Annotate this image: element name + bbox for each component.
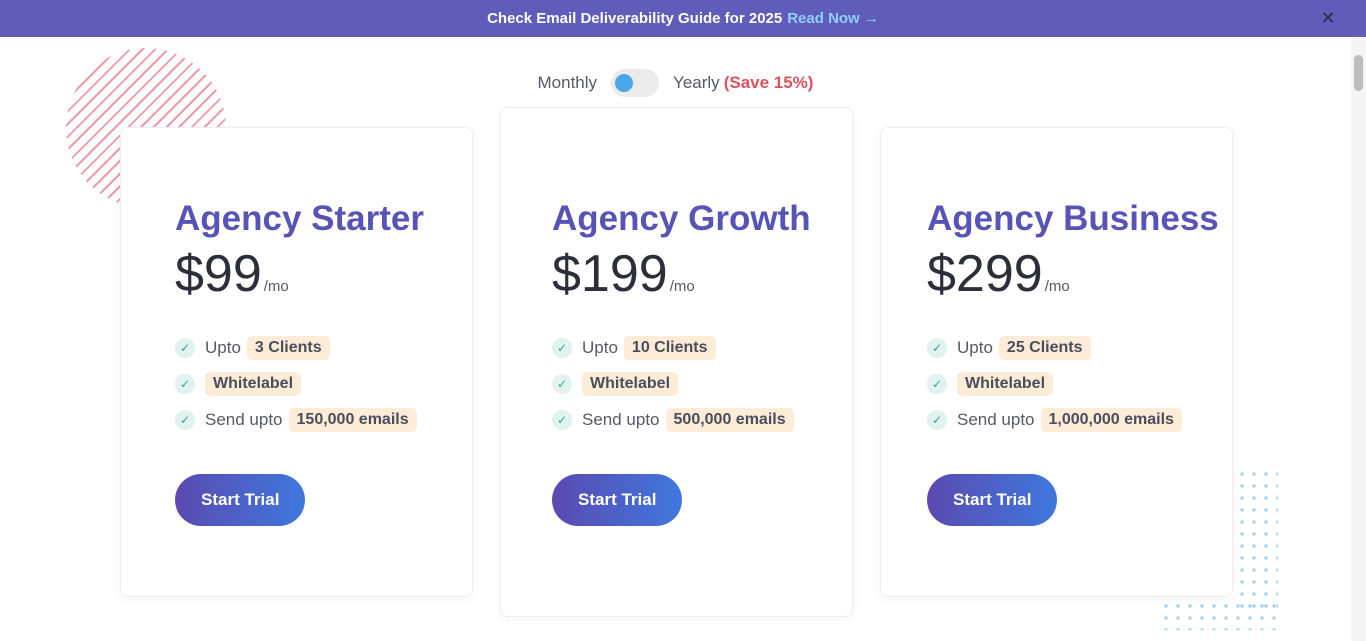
plan-card-growth: Agency Growth $199 /mo ✓ Upto 10 Clients… bbox=[500, 107, 853, 617]
check-icon: ✓ bbox=[927, 410, 947, 430]
yearly-text: Yearly bbox=[673, 73, 720, 92]
price-period: /mo bbox=[263, 278, 289, 295]
feature-highlight: 150,000 emails bbox=[288, 408, 417, 432]
feature-highlight: 3 Clients bbox=[246, 336, 330, 360]
plan-name: Agency Starter bbox=[175, 199, 424, 238]
price-period: /mo bbox=[1044, 278, 1070, 295]
feature-list: ✓ Upto 10 Clients ✓ Whitelabel ✓ Send up… bbox=[552, 330, 811, 438]
price-row: $99 /mo bbox=[175, 246, 424, 302]
feature-item: ✓ Send upto 500,000 emails bbox=[552, 402, 811, 438]
plan-price: $299 bbox=[927, 245, 1043, 303]
start-trial-button[interactable]: Start Trial bbox=[175, 474, 306, 526]
feature-highlight: 10 Clients bbox=[623, 336, 716, 360]
plan-name: Agency Business bbox=[927, 199, 1219, 238]
read-now-link[interactable]: Read Now → bbox=[787, 10, 879, 27]
feature-prefix: Send upto bbox=[582, 410, 660, 429]
feature-highlight: Whitelabel bbox=[582, 372, 679, 396]
feature-highlight: Whitelabel bbox=[957, 372, 1054, 396]
price-row: $299 /mo bbox=[927, 246, 1219, 302]
check-icon: ✓ bbox=[175, 338, 195, 358]
feature-prefix: Send upto bbox=[205, 410, 283, 429]
plan-card-business: Agency Business $299 /mo ✓ Upto 25 Clien… bbox=[880, 127, 1233, 597]
start-trial-button[interactable]: Start Trial bbox=[552, 474, 683, 526]
feature-highlight: Whitelabel bbox=[205, 372, 302, 396]
feature-item: ✓ Send upto 150,000 emails bbox=[175, 402, 424, 438]
scrollbar-track[interactable] bbox=[1351, 37, 1366, 641]
check-icon: ✓ bbox=[175, 374, 195, 394]
feature-list: ✓ Upto 25 Clients ✓ Whitelabel ✓ Send up… bbox=[927, 330, 1219, 438]
scrollbar-thumb[interactable] bbox=[1354, 55, 1363, 91]
feature-highlight: 500,000 emails bbox=[665, 408, 794, 432]
dot-grid-decoration bbox=[1236, 468, 1278, 608]
feature-item: ✓ Whitelabel bbox=[175, 366, 424, 402]
billing-toggle: Monthly Yearly (Save 15%) bbox=[0, 68, 1351, 98]
feature-highlight: 1,000,000 emails bbox=[1040, 408, 1182, 432]
check-icon: ✓ bbox=[552, 374, 572, 394]
feature-highlight: 25 Clients bbox=[998, 336, 1091, 360]
start-trial-button[interactable]: Start Trial bbox=[927, 474, 1058, 526]
feature-item: ✓ Upto 10 Clients bbox=[552, 330, 811, 366]
feature-item: ✓ Upto 25 Clients bbox=[927, 330, 1219, 366]
feature-item: ✓ Send upto 1,000,000 emails bbox=[927, 402, 1219, 438]
check-icon: ✓ bbox=[175, 410, 195, 430]
plan-price: $199 bbox=[552, 245, 668, 303]
plan-price: $99 bbox=[175, 245, 262, 303]
plan-card-starter: Agency Starter $99 /mo ✓ Upto 3 Clients … bbox=[120, 127, 473, 597]
yearly-label[interactable]: Yearly (Save 15%) bbox=[673, 73, 813, 93]
dot-grid-decoration bbox=[1160, 600, 1280, 630]
feature-list: ✓ Upto 3 Clients ✓ Whitelabel ✓ Send upt… bbox=[175, 330, 424, 438]
price-row: $199 /mo bbox=[552, 246, 811, 302]
feature-prefix: Upto bbox=[205, 338, 241, 357]
plan-name: Agency Growth bbox=[552, 199, 811, 238]
save-badge: (Save 15%) bbox=[723, 73, 814, 92]
feature-item: ✓ Upto 3 Clients bbox=[175, 330, 424, 366]
switch-knob bbox=[615, 74, 634, 92]
check-icon: ✓ bbox=[927, 374, 947, 394]
feature-prefix: Upto bbox=[957, 338, 993, 357]
feature-prefix: Upto bbox=[582, 338, 618, 357]
banner-text: Check Email Deliverability Guide for 202… bbox=[487, 10, 783, 27]
billing-period-switch[interactable] bbox=[611, 69, 660, 97]
price-period: /mo bbox=[669, 278, 695, 295]
check-icon: ✓ bbox=[552, 338, 572, 358]
check-icon: ✓ bbox=[927, 338, 947, 358]
feature-prefix: Send upto bbox=[957, 410, 1035, 429]
announcement-banner: Check Email Deliverability Guide for 202… bbox=[0, 0, 1366, 37]
feature-item: ✓ Whitelabel bbox=[927, 366, 1219, 402]
close-icon[interactable]: ✕ bbox=[1318, 8, 1338, 28]
monthly-label[interactable]: Monthly bbox=[538, 73, 598, 93]
feature-item: ✓ Whitelabel bbox=[552, 366, 811, 402]
check-icon: ✓ bbox=[552, 410, 572, 430]
